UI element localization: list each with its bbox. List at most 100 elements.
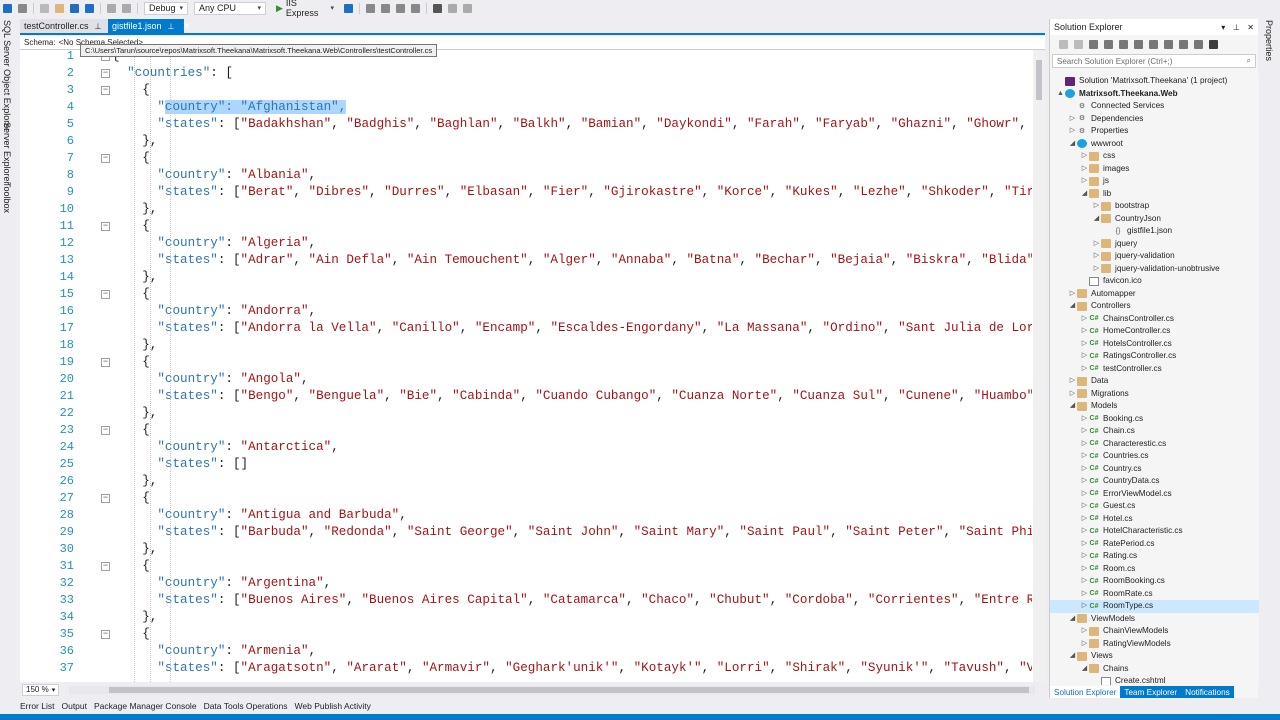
tab-web-publish-activity[interactable]: Web Publish Activity [295, 701, 371, 711]
open-folder-icon[interactable] [55, 3, 64, 13]
code-line[interactable]: "states": ["Buenos Aires", "Buenos Aires… [112, 592, 1032, 609]
code-line[interactable]: "country": "Antigua and Barbuda", [112, 507, 1032, 524]
horizontal-scrollbar[interactable] [69, 685, 1035, 694]
tree-item[interactable]: ▷ C# testController.cs [1050, 363, 1259, 376]
tree-item[interactable]: ▷ C# Characterestic.cs [1050, 438, 1259, 451]
code-line[interactable]: { [112, 82, 1032, 99]
tree-item[interactable]: ▷ css [1050, 150, 1259, 163]
code-line[interactable]: "country": "Antarctica", [112, 439, 1032, 456]
config-dropdown[interactable]: Debug ▾ [144, 1, 188, 15]
tree-item[interactable]: ▷ jquery-validation [1050, 250, 1259, 263]
expand-arrow-icon[interactable]: ▷ [1080, 325, 1089, 338]
expand-arrow-icon[interactable]: ▷ [1080, 313, 1089, 326]
tree-item[interactable]: ▷ ⚙ Properties [1050, 125, 1259, 138]
close-icon[interactable]: ✕ [1247, 23, 1254, 32]
expand-arrow-icon[interactable]: ▷ [1080, 513, 1089, 526]
expand-arrow-icon[interactable]: ◢ [1092, 213, 1101, 226]
expand-arrow-icon[interactable]: ◢ [1080, 188, 1089, 201]
tree-item[interactable]: ▷ Migrations [1050, 388, 1259, 401]
switch-views-icon[interactable] [1104, 39, 1113, 49]
tree-item[interactable]: ▷ C# Guest.cs [1050, 500, 1259, 513]
expand-arrow-icon[interactable]: ▷ [1080, 363, 1089, 376]
sync-icon[interactable] [1134, 39, 1143, 49]
expand-arrow-icon[interactable]: ▷ [1080, 600, 1089, 613]
collapse-icon[interactable]: − [101, 290, 110, 299]
save-icon[interactable] [70, 3, 79, 13]
expand-arrow-icon[interactable]: ▷ [1080, 588, 1089, 601]
save-all-icon[interactable] [85, 3, 94, 13]
bookmark-prev-icon[interactable] [448, 3, 457, 13]
tree-item[interactable]: ▷ jquery-validation-unobtrusive [1050, 263, 1259, 276]
code-line[interactable]: }, [112, 473, 1032, 490]
tab-output[interactable]: Output [61, 701, 87, 711]
tree-item[interactable]: ▷ C# Room.cs [1050, 563, 1259, 576]
tab-properties[interactable]: Properties [1264, 20, 1274, 61]
tree-item[interactable]: ▷ C# ErrorViewModel.cs [1050, 488, 1259, 501]
expand-arrow-icon[interactable]: ▷ [1068, 288, 1077, 301]
pin-icon[interactable]: ⊥ [1233, 23, 1240, 32]
collapse-icon[interactable]: − [101, 154, 110, 163]
expand-arrow-icon[interactable]: ▷ [1080, 150, 1089, 163]
tree-item[interactable]: ◢ Models [1050, 400, 1259, 413]
expand-arrow-icon[interactable]: ▷ [1068, 125, 1077, 138]
code-line[interactable]: { [112, 218, 1032, 235]
code-line[interactable]: "states": ["Aragatsotn", "Ararat", "Arma… [112, 660, 1032, 677]
tree-item[interactable]: ▷ C# HotelsController.cs [1050, 338, 1259, 351]
tree-item[interactable]: ▷ RatingViewModels [1050, 638, 1259, 651]
tree-item[interactable]: ▷ C# Country.cs [1050, 463, 1259, 476]
tab-error-list[interactable]: Error List [20, 701, 54, 711]
expand-arrow-icon[interactable]: ▷ [1092, 238, 1101, 251]
code-line[interactable]: }, [112, 201, 1032, 218]
expand-arrow-icon[interactable]: ▷ [1080, 563, 1089, 576]
expand-arrow-icon[interactable]: ▷ [1080, 488, 1089, 501]
code-line[interactable]: { [112, 422, 1032, 439]
code-line[interactable]: }, [112, 337, 1032, 354]
bookmark-icon[interactable] [433, 3, 442, 13]
expand-arrow-icon[interactable]: ▷ [1080, 638, 1089, 651]
tree-item[interactable]: ▷ js [1050, 175, 1259, 188]
expand-arrow-icon[interactable]: ▷ [1080, 350, 1089, 363]
expand-arrow-icon[interactable]: ▷ [1068, 375, 1077, 388]
refresh-icon[interactable] [344, 3, 353, 13]
tree-item[interactable]: ▷ C# CountryData.cs [1050, 475, 1259, 488]
scroll-thumb[interactable] [1036, 60, 1042, 100]
code-line[interactable]: "states": ["Badakhshan", "Badghis", "Bag… [112, 116, 1032, 133]
code-line[interactable]: "countries": [ [112, 65, 1032, 82]
expand-arrow-icon[interactable]: ▷ [1080, 450, 1089, 463]
tab-server-explorer[interactable]: Server Explorer [2, 122, 12, 185]
tab-toolbox[interactable]: Toolbox [2, 182, 12, 213]
tree-item[interactable]: Create.cshtml [1050, 675, 1259, 685]
code-line[interactable]: }, [112, 609, 1032, 626]
code-line[interactable]: "states": ["Andorra la Vella", "Canillo"… [112, 320, 1032, 337]
new-project-icon[interactable] [40, 3, 49, 13]
vertical-scrollbar[interactable] [1033, 50, 1045, 682]
tree-item[interactable]: ▷ C# ChainsController.cs [1050, 313, 1259, 326]
tab-notifications[interactable]: Notifications [1181, 686, 1234, 698]
home-icon[interactable] [1089, 39, 1098, 49]
tree-item[interactable]: Solution 'Matrixsoft.Theekana' (1 projec… [1050, 75, 1259, 88]
tree-item[interactable]: ◢ Views [1050, 650, 1259, 663]
forward-icon[interactable] [1074, 39, 1083, 49]
show-all-files-icon[interactable] [1179, 39, 1188, 49]
expand-arrow-icon[interactable]: ▷ [1080, 625, 1089, 638]
tree-item[interactable]: ▷ ⚙ Dependencies [1050, 113, 1259, 126]
tree-item[interactable]: ▷ C# RoomBooking.cs [1050, 575, 1259, 588]
expand-arrow-icon[interactable]: ▷ [1080, 500, 1089, 513]
code-line[interactable]: { [112, 286, 1032, 303]
code-line[interactable]: "states": [] [112, 456, 1032, 473]
tree-item[interactable]: ▷ ChainViewModels [1050, 625, 1259, 638]
expand-arrow-icon[interactable]: ◢ [1068, 613, 1077, 626]
code-line[interactable]: "country": "Angola", [112, 371, 1032, 388]
tree-item[interactable]: ▷ C# Booking.cs [1050, 413, 1259, 426]
expand-arrow-icon[interactable]: ▷ [1080, 538, 1089, 551]
expand-arrow-icon[interactable]: ▷ [1092, 250, 1101, 263]
tree-item[interactable]: ▷ C# RoomRate.cs [1050, 588, 1259, 601]
run-button[interactable]: ▶ IIS Express ▾ [272, 0, 338, 18]
code-line[interactable]: { [112, 354, 1032, 371]
tab-team-explorer[interactable]: Team Explorer [1120, 686, 1182, 698]
back-icon[interactable] [3, 3, 12, 13]
expand-arrow-icon[interactable]: ▷ [1092, 263, 1101, 276]
code-line[interactable]: "states": ["Adrar", "Ain Defla", "Ain Te… [112, 252, 1032, 269]
scroll-thumb[interactable] [109, 686, 1030, 693]
expand-arrow-icon[interactable]: ▷ [1080, 463, 1089, 476]
